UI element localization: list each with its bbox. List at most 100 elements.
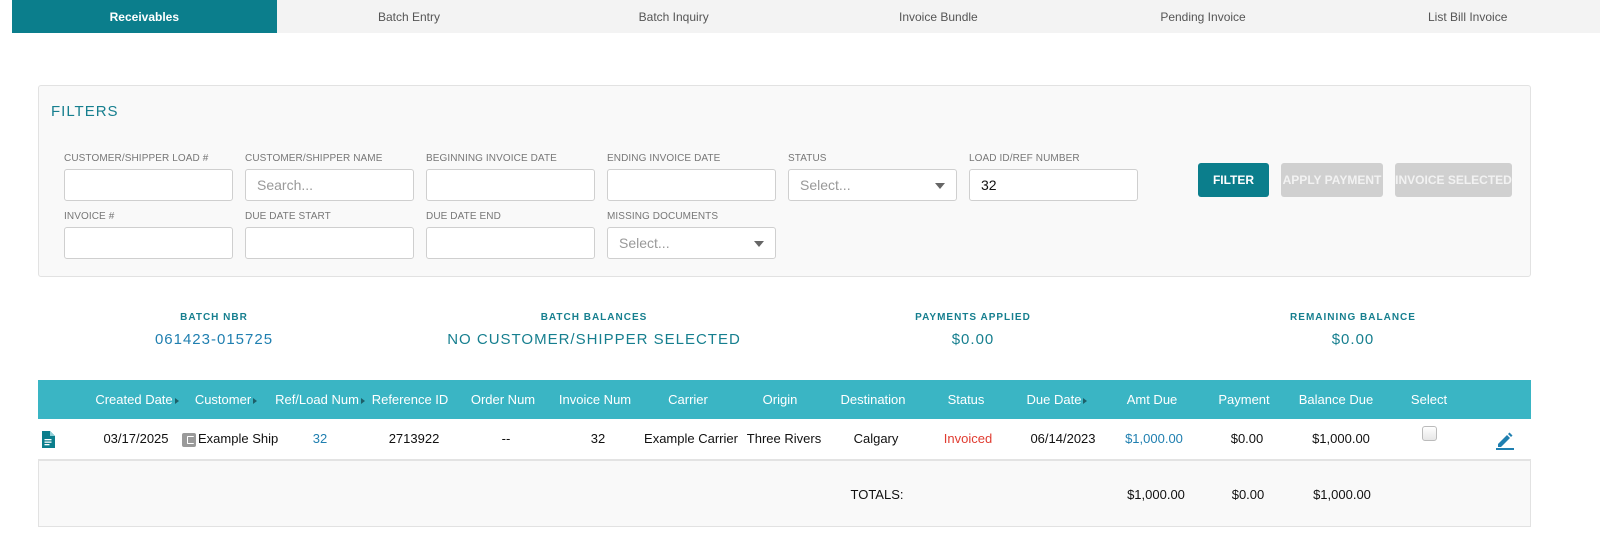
remaining-balance-summary: REMAINING BALANCE $0.00 — [1253, 312, 1453, 348]
totals-label: TOTALS: — [850, 487, 904, 502]
missing-docs-field: MISSING DOCUMENTS Select... — [607, 211, 776, 259]
col-due-date[interactable]: Due Date — [1016, 380, 1098, 419]
load-id-input[interactable] — [969, 169, 1138, 201]
table-row: 03/17/2025 Example Ship 32 2713922 -- 32… — [38, 419, 1531, 461]
chevron-down-icon — [754, 241, 764, 247]
col-origin: Origin — [762, 392, 798, 407]
filters-panel: FILTERS CUSTOMER/SHIPPER LOAD # CUSTOMER… — [38, 85, 1531, 277]
sort-caret-icon — [360, 397, 365, 404]
batch-balances-summary: BATCH BALANCES NO CUSTOMER/SHIPPER SELEC… — [414, 312, 774, 348]
apply-payment-button[interactable]: APPLY PAYMENT — [1281, 163, 1383, 197]
cell-payment: $0.00 — [1230, 431, 1264, 446]
totals-amt-due: $1,000.00 — [1127, 487, 1185, 502]
col-order-num: Order Num — [470, 392, 536, 407]
col-status: Status — [947, 392, 985, 407]
due-start-label: DUE DATE START — [245, 211, 331, 222]
pencil-edit-icon[interactable] — [1494, 419, 1516, 459]
totals-balance-due: $1,000.00 — [1313, 487, 1371, 502]
totals-row: TOTALS: $1,000.00 $0.00 $1,000.00 — [38, 461, 1531, 527]
status-select-placeholder: Select... — [800, 177, 851, 193]
batch-nbr-summary: BATCH NBR 061423-015725 — [114, 312, 314, 348]
missing-docs-placeholder: Select... — [619, 235, 670, 251]
customer-load-field: CUSTOMER/SHIPPER LOAD # — [64, 153, 233, 201]
table-header: Created Date Customer Ref/Load Num Refer… — [38, 380, 1531, 419]
load-id-label: LOAD ID/REF NUMBER — [969, 153, 1080, 164]
customer-name-field: CUSTOMER/SHIPPER NAME — [245, 153, 414, 201]
end-date-field: ENDING INVOICE DATE — [607, 153, 776, 201]
begin-date-label: BEGINNING INVOICE DATE — [426, 153, 557, 164]
tab-bar: Receivables Batch Entry Batch Inquiry In… — [12, 0, 1600, 33]
cell-customer: Example Ship — [182, 419, 278, 459]
col-due-date-label: Due Date — [1026, 392, 1082, 407]
tab-receivables[interactable]: Receivables — [12, 0, 277, 33]
invoice-num-field: INVOICE # — [64, 211, 233, 259]
cell-select — [1418, 419, 1440, 459]
end-date-label: ENDING INVOICE DATE — [607, 153, 721, 164]
batch-balances-label: BATCH BALANCES — [540, 312, 648, 323]
customer-card-icon[interactable] — [182, 432, 196, 447]
due-start-field: DUE DATE START — [245, 211, 414, 259]
col-created-date[interactable]: Created Date — [90, 380, 184, 419]
missing-docs-label: MISSING DOCUMENTS — [607, 211, 719, 222]
due-start-input[interactable] — [245, 227, 414, 259]
chevron-down-icon — [935, 183, 945, 189]
batch-nbr-value[interactable]: 061423-015725 — [114, 331, 314, 348]
customer-name: Example Ship — [198, 431, 278, 446]
cell-origin: Three Rivers — [746, 431, 822, 446]
tab-invoice-bundle[interactable]: Invoice Bundle — [806, 0, 1071, 33]
remaining-balance-value: $0.00 — [1331, 331, 1375, 348]
col-customer[interactable]: Customer — [188, 380, 264, 419]
col-customer-label: Customer — [194, 392, 252, 407]
filters-title: FILTERS — [51, 103, 119, 120]
tab-batch-entry[interactable]: Batch Entry — [277, 0, 542, 33]
cell-reference-id: 2713922 — [388, 431, 440, 446]
customer-load-input[interactable] — [64, 169, 233, 201]
cell-created-date: 03/17/2025 — [103, 431, 169, 446]
cell-ref-load-link[interactable]: 32 — [290, 419, 350, 459]
batch-balances-value: NO CUSTOMER/SHIPPER SELECTED — [447, 331, 741, 348]
begin-date-input[interactable] — [426, 169, 595, 201]
col-created-date-label: Created Date — [95, 392, 173, 407]
payments-applied-label: PAYMENTS APPLIED — [915, 312, 1031, 323]
col-reference-id: Reference ID — [371, 392, 449, 407]
cell-destination: Calgary — [853, 431, 899, 446]
sort-caret-icon — [253, 397, 258, 404]
invoice-num-input[interactable] — [64, 227, 233, 259]
due-end-field: DUE DATE END — [426, 211, 595, 259]
invoice-selected-button[interactable]: INVOICE SELECTED — [1395, 163, 1512, 197]
missing-docs-select[interactable]: Select... — [607, 227, 776, 259]
col-invoice-num: Invoice Num — [558, 392, 632, 407]
document-icon[interactable] — [40, 419, 56, 459]
cell-amt-due-link[interactable]: $1,000.00 — [1110, 419, 1198, 459]
status-field: STATUS Select... — [788, 153, 957, 201]
due-end-input[interactable] — [426, 227, 595, 259]
col-balance-due: Balance Due — [1298, 392, 1374, 407]
tab-batch-inquiry[interactable]: Batch Inquiry — [541, 0, 806, 33]
tab-pending-invoice[interactable]: Pending Invoice — [1071, 0, 1336, 33]
row-select-checkbox[interactable] — [1421, 426, 1437, 442]
cell-balance-due: $1,000.00 — [1312, 431, 1370, 446]
customer-load-label: CUSTOMER/SHIPPER LOAD # — [64, 153, 209, 164]
totals-payment: $0.00 — [1231, 487, 1265, 502]
sort-caret-icon — [1083, 397, 1088, 404]
end-date-input[interactable] — [607, 169, 776, 201]
cell-order-num: -- — [501, 431, 511, 446]
tab-list-bill-invoice[interactable]: List Bill Invoice — [1335, 0, 1600, 33]
col-ref-load[interactable]: Ref/Load Num — [274, 380, 366, 419]
status-select[interactable]: Select... — [788, 169, 957, 201]
payments-applied-summary: PAYMENTS APPLIED $0.00 — [873, 312, 1073, 348]
col-select: Select — [1410, 392, 1448, 407]
filter-button[interactable]: FILTER — [1198, 163, 1269, 197]
customer-name-label: CUSTOMER/SHIPPER NAME — [245, 153, 383, 164]
col-destination: Destination — [840, 392, 906, 407]
col-amt-due: Amt Due — [1126, 392, 1178, 407]
col-ref-load-label: Ref/Load Num — [275, 392, 359, 407]
customer-name-search-input[interactable] — [245, 169, 414, 201]
cell-invoice-num: 32 — [590, 431, 606, 446]
batch-nbr-label: BATCH NBR — [180, 312, 248, 323]
payments-applied-value: $0.00 — [951, 331, 995, 348]
remaining-balance-label: REMAINING BALANCE — [1290, 312, 1416, 323]
sort-caret-icon — [174, 397, 179, 404]
due-end-label: DUE DATE END — [426, 211, 501, 222]
load-id-field: LOAD ID/REF NUMBER — [969, 153, 1138, 201]
